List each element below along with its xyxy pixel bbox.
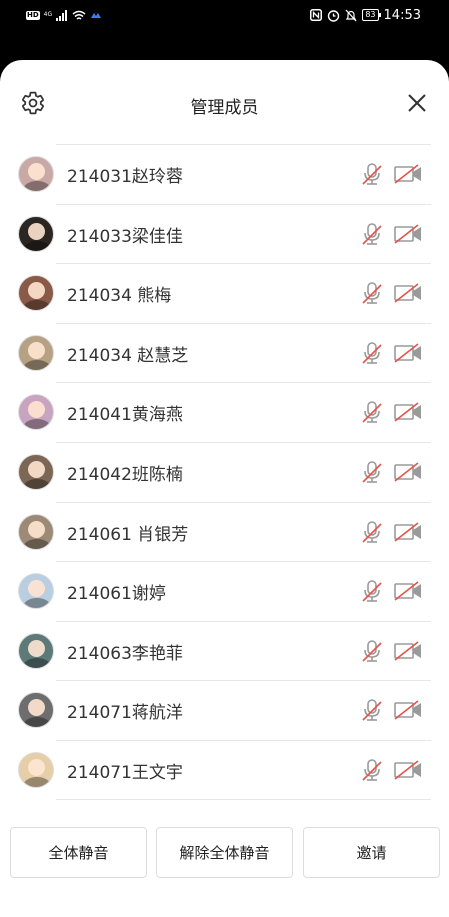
close-icon [408,94,426,112]
mic-muted-icon[interactable] [361,400,383,424]
signal-icon [56,9,68,21]
mute-bell-icon [345,9,357,21]
member-row[interactable]: 214034 赵慧芝 [0,322,449,383]
mic-muted-icon[interactable] [361,520,383,544]
status-right: 83 14:53 [310,7,421,23]
member-row[interactable]: 214034 熊梅 [0,263,449,323]
clock: 14:53 [383,7,421,23]
mic-muted-icon[interactable] [361,341,383,365]
invite-button[interactable]: 邀请 [303,827,440,878]
member-name: 214063李艳菲 [67,643,183,664]
camera-off-icon[interactable] [394,581,422,601]
network-type: 4G [43,11,53,18]
member-name: 214041黄海燕 [67,405,183,426]
app-notification-icon [91,13,102,18]
avatar [18,394,54,431]
mic-muted-icon[interactable] [361,758,383,782]
sheet-header: 管理成员 [0,60,449,144]
member-row[interactable]: 214042班陈楠 [0,441,449,502]
action-bar: 全体静音 解除全体静音 邀请 [10,827,440,878]
camera-off-icon[interactable] [394,402,422,423]
avatar [18,334,54,371]
avatar [18,632,54,669]
avatar [18,751,54,788]
avatar [18,573,54,610]
member-name: 214034 赵慧芝 [67,345,189,366]
camera-off-icon[interactable] [394,521,422,542]
mic-muted-icon[interactable] [361,639,383,663]
manage-members-sheet: 管理成员 214031赵玲蓉 214033梁佳佳 214034 熊梅 21403… [0,60,449,917]
member-row[interactable]: 214033梁佳佳 [0,203,449,264]
status-left: HD 4G [26,7,102,23]
mic-muted-icon[interactable] [361,162,383,186]
member-row[interactable]: 214061 肖银芳 [0,501,449,562]
member-name: 214071王文宇 [67,762,183,783]
status-bar: HD 4G 83 14:53 [0,0,449,30]
member-name: 214034 熊梅 [67,286,172,307]
avatar [18,275,54,312]
member-row[interactable]: 214041黄海燕 [0,382,449,442]
member-name: 214033梁佳佳 [67,226,183,247]
member-row[interactable]: 214071王文宇 [0,739,449,800]
member-row[interactable]: 214031赵玲蓉 [0,144,449,204]
mic-muted-icon[interactable] [361,579,383,603]
camera-off-icon[interactable] [394,760,422,780]
mic-muted-icon[interactable] [361,460,383,484]
mic-muted-icon[interactable] [361,222,383,246]
camera-off-icon[interactable] [394,462,422,482]
member-name: 214071蒋航洋 [67,703,183,724]
camera-off-icon[interactable] [394,641,422,661]
camera-off-icon[interactable] [394,164,422,184]
camera-off-icon[interactable] [394,343,422,363]
hd-badge: HD [26,10,40,20]
mic-muted-icon[interactable] [361,281,383,305]
member-name: 214061谢婷 [67,584,166,605]
page-title: 管理成员 [190,98,259,118]
avatar [18,156,54,192]
battery-indicator: 83 [362,9,381,21]
member-list: 214031赵玲蓉 214033梁佳佳 214034 熊梅 214034 赵慧芝… [0,144,449,800]
alarm-icon [328,9,340,22]
avatar [18,692,54,729]
member-name: 214031赵玲蓉 [67,167,183,187]
camera-off-icon[interactable] [394,283,422,303]
avatar [18,215,54,252]
mute-all-button[interactable]: 全体静音 [10,827,147,878]
member-name: 214061 肖银芳 [67,524,189,545]
wifi-icon [72,10,86,20]
nfc-icon [310,9,323,21]
avatar [18,513,54,550]
unmute-all-button[interactable]: 解除全体静音 [156,827,293,878]
member-row[interactable]: 214063李艳菲 [0,620,449,681]
member-name: 214042班陈楠 [67,464,183,485]
camera-off-icon[interactable] [394,700,422,720]
member-row[interactable]: 214071蒋航洋 [0,680,449,740]
close-button[interactable] [407,93,427,113]
avatar [18,453,54,490]
camera-off-icon[interactable] [394,223,422,244]
member-row[interactable]: 214061谢婷 [0,561,449,621]
mic-muted-icon[interactable] [361,698,383,722]
